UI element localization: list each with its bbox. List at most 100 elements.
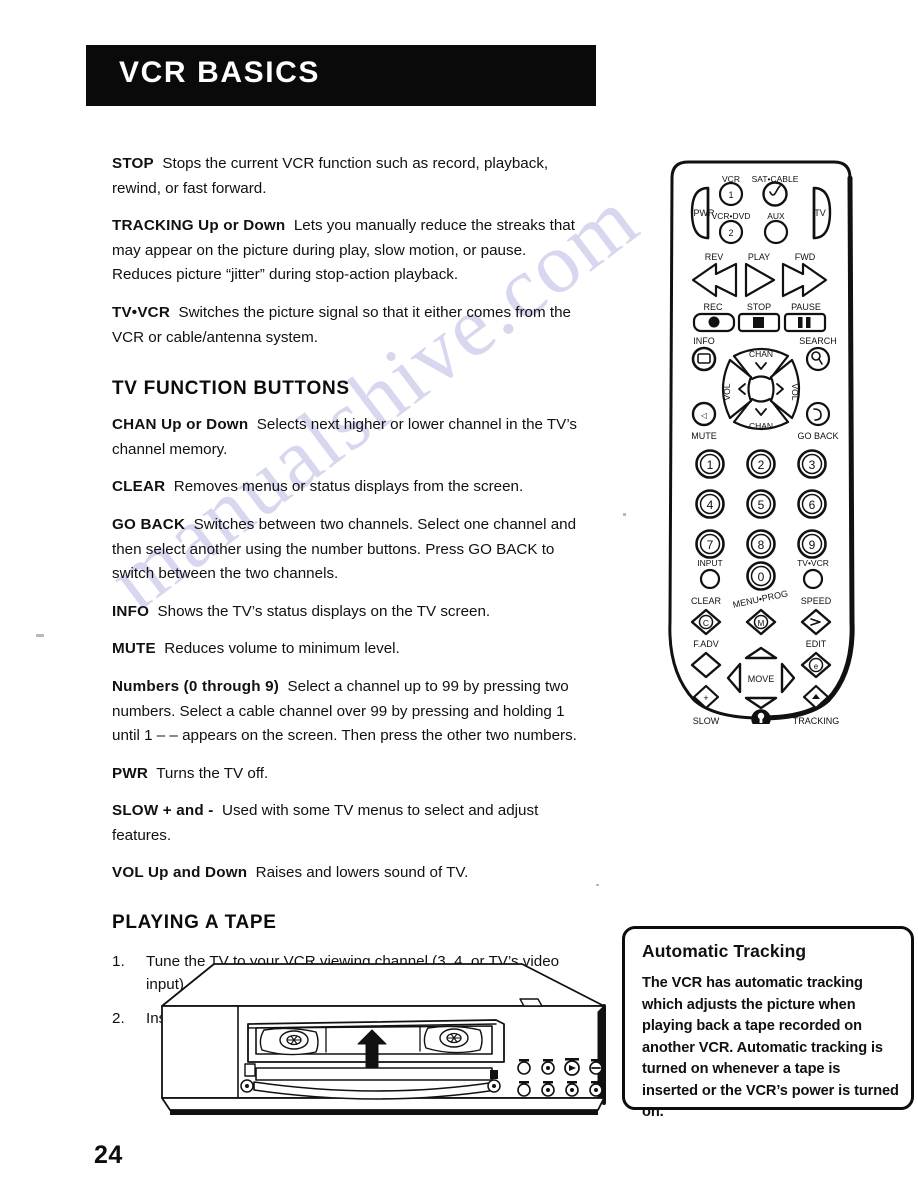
- definition-text: Reduces volume to minimum level.: [164, 640, 400, 658]
- svg-text:◁: ◁: [701, 411, 708, 420]
- remote-label-edit: EDIT: [806, 639, 827, 649]
- remote-button-aux: [763, 219, 789, 245]
- remote-label-search: SEARCH: [799, 336, 837, 346]
- svg-text:e: e: [814, 662, 819, 671]
- definition-paragraph: SLOW + and - Used with some TV menus to …: [112, 799, 584, 848]
- definition-text: Turns the TV off.: [156, 764, 269, 782]
- callout-body: The VCR has automatic tracking which adj…: [642, 975, 899, 1120]
- remote-label-tv-vcr: TV•VCR: [797, 558, 829, 568]
- vcr-illustration: [152, 958, 614, 1124]
- definition-paragraph: TRACKING Up or Down Lets you manually re…: [112, 214, 584, 288]
- page-header-banner: VCR BASICS: [86, 45, 596, 106]
- main-text-column: STOP Stops the current VCR function such…: [112, 152, 584, 1041]
- step-number: 1.: [112, 953, 125, 971]
- scan-speck: [36, 634, 44, 637]
- remote-label-rev: REV: [705, 252, 724, 262]
- remote-label-pause: PAUSE: [791, 302, 821, 312]
- term-stop: STOP: [112, 155, 154, 172]
- callout-title: Automatic Tracking: [642, 941, 807, 961]
- remote-label-aux: AUX: [767, 211, 785, 221]
- remote-label-info: INFO: [693, 336, 715, 346]
- term-mute: MUTE: [112, 640, 156, 658]
- automatic-tracking-callout: Automatic Tracking The VCR has automatic…: [622, 926, 914, 1120]
- remote-label-vol-left: VOL: [722, 383, 732, 400]
- definition-paragraph: VOL Up and Down Raises and lowers sound …: [112, 861, 584, 886]
- remote-label-vol-right: VOL: [790, 383, 800, 400]
- section-heading-playing-a-tape: PLAYING A TAPE: [112, 912, 277, 934]
- definition-paragraph: Numbers (0 through 9) Select a channel u…: [112, 675, 584, 749]
- remote-label-clear: CLEAR: [691, 596, 722, 606]
- definition-paragraph: CLEAR Removes menus or status displays f…: [112, 475, 584, 500]
- term-tv-vcr: TV•VCR: [112, 303, 170, 321]
- vcr-indicator: [519, 998, 543, 1007]
- term-slow: SLOW + and -: [112, 802, 214, 820]
- remote-button-tv-vcr: [802, 568, 824, 590]
- scan-speck: [596, 884, 599, 886]
- remote-button-pause: [783, 312, 827, 333]
- definition-paragraph: CHAN Up or Down Selects next higher or l…: [112, 413, 584, 462]
- scan-speck: [623, 513, 626, 516]
- definition-paragraph: INFO Shows the TV’s status displays on t…: [112, 600, 584, 625]
- remote-label-fwd: FWD: [795, 252, 816, 262]
- remote-label-rec: REC: [703, 302, 723, 312]
- svg-text:1: 1: [728, 190, 733, 200]
- definition-text: Removes menus or status displays from th…: [173, 478, 524, 496]
- definition-text: Raises and lowers sound of TV.: [255, 864, 469, 882]
- svg-text:9: 9: [809, 538, 816, 552]
- definition-paragraph: GO BACK Switches between two channels. S…: [112, 513, 584, 587]
- definition-paragraph: MUTE Reduces volume to minimum level.: [112, 637, 584, 662]
- definition-text: Switches the picture signal so that it e…: [112, 303, 571, 346]
- remote-label-tv: TV: [814, 208, 826, 218]
- svg-text:C: C: [703, 618, 709, 628]
- term-vol: VOL Up and Down: [112, 864, 248, 882]
- definition-text: Shows the TV’s status displays on the TV…: [157, 602, 491, 620]
- remote-label-chan-up: CHAN: [749, 349, 773, 359]
- svg-text:+: +: [703, 693, 708, 703]
- vcr-left-button: [244, 1063, 256, 1077]
- remote-label-mute: MUTE: [691, 431, 717, 441]
- definition-paragraph: TV•VCR Switches the picture signal so th…: [112, 301, 584, 350]
- svg-text:3: 3: [809, 458, 816, 472]
- remote-control-illustration: VCR SAT•CABLE PWR TV 1 VCR•DVD AUX 2 REV…: [658, 152, 864, 724]
- svg-text:7: 7: [707, 538, 714, 552]
- remote-label-tracking: TRACKING: [793, 716, 840, 724]
- term-numbers: Numbers (0 through 9): [112, 677, 280, 695]
- remote-label-slow: SLOW: [693, 716, 720, 724]
- definition-paragraph: STOP Stops the current VCR function such…: [112, 152, 584, 201]
- vcr-control-button: [517, 1061, 531, 1075]
- remote-label-vcr-dvd: VCR•DVD: [712, 211, 751, 221]
- svg-text:4: 4: [707, 498, 714, 512]
- vcr-control-button: [517, 1083, 531, 1097]
- svg-text:2: 2: [758, 458, 765, 472]
- remote-label-go-back: GO BACK: [797, 431, 838, 441]
- section-heading-tv-function-buttons: TV FUNCTION BUTTONS: [112, 378, 350, 400]
- term-clear: CLEAR: [112, 478, 166, 496]
- svg-text:1: 1: [707, 458, 714, 472]
- svg-text:2: 2: [728, 228, 733, 238]
- remote-label-chan-down: CHAN: [749, 421, 773, 431]
- remote-button-input: [699, 568, 721, 590]
- term-chan: CHAN Up or Down: [112, 416, 249, 434]
- vcr-base: [161, 1097, 605, 1111]
- definition-text: Stops the current VCR function such as r…: [112, 155, 549, 197]
- step-number: 2.: [112, 1010, 125, 1028]
- svg-text:0: 0: [758, 570, 765, 584]
- remote-button-go-back: [805, 401, 831, 427]
- svg-text:8: 8: [758, 538, 765, 552]
- definition-paragraph: PWR Turns the TV off.: [112, 762, 584, 787]
- remote-label-stop: STOP: [747, 302, 771, 312]
- remote-label-speed: SPEED: [801, 596, 832, 606]
- page-number: 24: [94, 1141, 123, 1169]
- svg-text:M: M: [758, 619, 765, 628]
- term-tracking: TRACKING Up or Down: [112, 217, 286, 235]
- svg-text:6: 6: [809, 498, 816, 512]
- term-info: INFO: [112, 602, 150, 620]
- svg-text:5: 5: [758, 498, 765, 512]
- remote-label-f-adv: F.ADV: [693, 639, 719, 649]
- remote-label-play: PLAY: [748, 252, 770, 262]
- term-go-back: GO BACK: [112, 515, 186, 533]
- remote-label-input: INPUT: [697, 558, 723, 568]
- remote-label-move: MOVE: [748, 674, 775, 684]
- term-pwr: PWR: [112, 764, 149, 782]
- page-title: VCR BASICS: [119, 56, 321, 89]
